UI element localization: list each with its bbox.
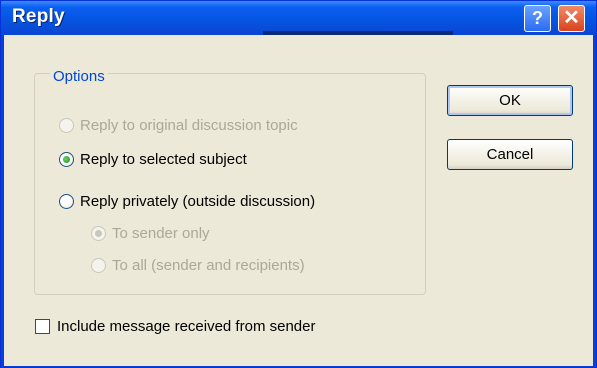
title-bar[interactable]: Reply ? ✕: [1, 1, 596, 35]
include-message-checkbox[interactable]: Include message received from sender: [35, 318, 315, 335]
radio-reply-original-topic[interactable]: Reply to original discussion topic: [59, 117, 298, 134]
radio-selected-dot: [63, 156, 70, 163]
cancel-label: Cancel: [486, 146, 534, 163]
radio-reply-privately[interactable]: Reply privately (outside discussion): [59, 193, 315, 210]
radio-label: To all (sender and recipients): [112, 257, 305, 274]
radio-to-all[interactable]: To all (sender and recipients): [91, 257, 305, 274]
close-icon: ✕: [563, 7, 580, 29]
ok-label: OK: [499, 92, 521, 109]
radio-reply-selected-subject[interactable]: Reply to selected subject: [59, 151, 247, 168]
reply-dialog: Reply ? ✕ Options Reply to original disc…: [0, 0, 597, 368]
radio-button-icon: [91, 226, 106, 241]
radio-button-icon: [59, 194, 74, 209]
radio-label: Reply to original discussion topic: [80, 117, 298, 134]
cancel-button[interactable]: Cancel: [447, 139, 573, 170]
window-title: Reply: [12, 6, 65, 27]
help-icon: ?: [532, 8, 543, 28]
checkbox-icon: [35, 319, 50, 334]
radio-selected-dot: [95, 230, 102, 237]
radio-label: To sender only: [112, 225, 210, 242]
radio-button-icon: [91, 258, 106, 273]
close-button[interactable]: ✕: [558, 5, 585, 32]
radio-button-icon: [59, 152, 74, 167]
dialog-body: Options Reply to original discussion top…: [4, 35, 593, 366]
radio-button-icon: [59, 118, 74, 133]
checkbox-label: Include message received from sender: [57, 318, 316, 335]
radio-to-sender-only[interactable]: To sender only: [91, 225, 210, 242]
options-legend: Options: [50, 68, 108, 85]
radio-label: Reply to selected subject: [80, 151, 247, 168]
ok-button[interactable]: OK: [447, 85, 573, 116]
radio-label: Reply privately (outside discussion): [80, 193, 316, 210]
help-button[interactable]: ?: [524, 5, 551, 32]
